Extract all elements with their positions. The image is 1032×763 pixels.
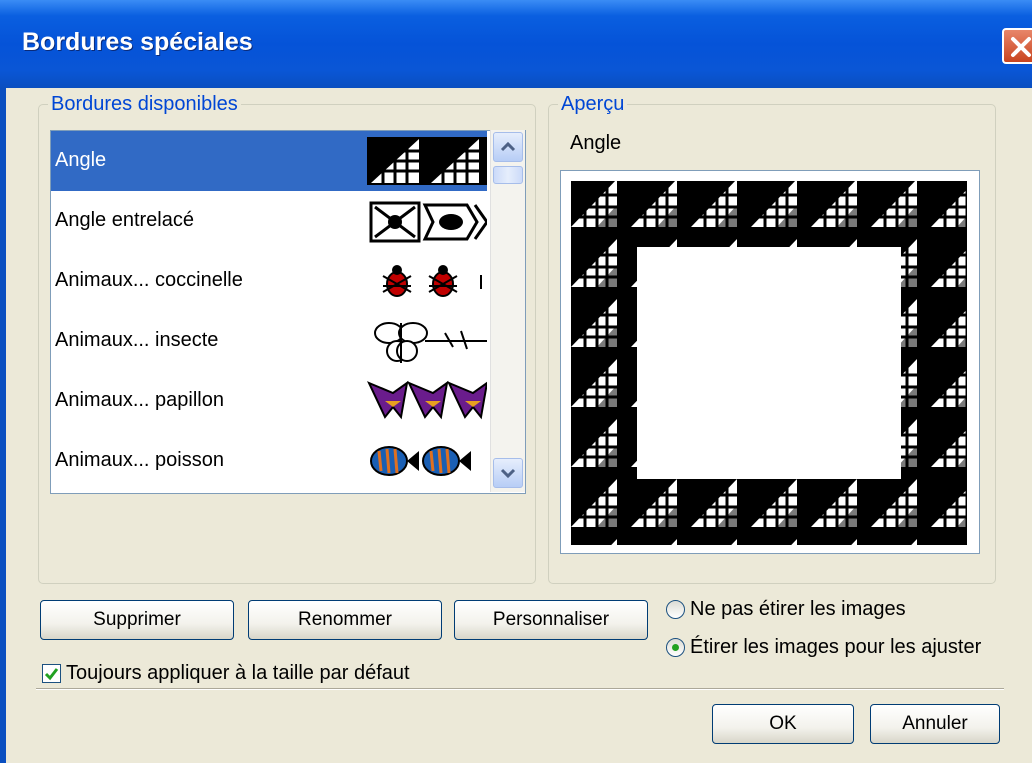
list-item[interactable]: Animaux... coccinelle bbox=[51, 251, 487, 311]
list-item-label: Angle entrelacé bbox=[55, 209, 194, 231]
border-thumbnail-coccinelle bbox=[367, 257, 487, 305]
list-item[interactable]: Angle entrelacé bbox=[51, 191, 487, 251]
preview-label: Aperçu bbox=[558, 93, 628, 116]
dialog-window: Bordures spéciales Bordures disponibles … bbox=[0, 0, 1032, 763]
cancel-button[interactable]: Annuler bbox=[870, 704, 1000, 744]
separator bbox=[36, 688, 1004, 690]
chevron-down-icon bbox=[500, 468, 516, 479]
available-borders-label: Bordures disponibles bbox=[48, 93, 241, 116]
borders-list[interactable]: Angle Angle entrelacé Animaux... coccine… bbox=[50, 130, 526, 494]
list-item[interactable]: Animaux... papillon bbox=[51, 371, 487, 431]
scroll-thumb[interactable] bbox=[493, 166, 523, 184]
close-icon bbox=[1011, 37, 1031, 57]
list-item-label: Animaux... papillon bbox=[55, 389, 224, 411]
scroll-up-button[interactable] bbox=[493, 132, 523, 162]
dialog-title: Bordures spéciales bbox=[22, 28, 253, 56]
title-bar[interactable]: Bordures spéciales bbox=[0, 0, 1032, 88]
border-thumbnail-angle-entrelace bbox=[367, 197, 487, 245]
chevron-up-icon bbox=[500, 141, 516, 152]
default-size-checkbox[interactable] bbox=[42, 664, 61, 683]
border-thumbnail-insecte bbox=[367, 317, 487, 365]
rename-button[interactable]: Renommer bbox=[248, 600, 442, 640]
list-item[interactable]: Animaux... insecte bbox=[51, 311, 487, 371]
list-item[interactable]: Animaux... poisson bbox=[51, 431, 487, 491]
border-thumbnail-papillon bbox=[367, 377, 487, 425]
no-stretch-radio[interactable] bbox=[666, 600, 685, 619]
list-item-label: Animaux... insecte bbox=[55, 329, 219, 351]
scroll-down-button[interactable] bbox=[493, 458, 523, 488]
ok-button[interactable]: OK bbox=[712, 704, 854, 744]
no-stretch-label[interactable]: Ne pas étirer les images bbox=[690, 598, 906, 621]
default-size-label[interactable]: Toujours appliquer à la taille par défau… bbox=[66, 662, 410, 685]
list-item-label: Animaux... coccinelle bbox=[55, 269, 243, 291]
border-preview-image bbox=[571, 181, 967, 545]
radio-selected-dot bbox=[672, 644, 679, 651]
stretch-radio[interactable] bbox=[666, 638, 685, 657]
close-button[interactable] bbox=[1002, 28, 1032, 64]
list-scrollbar[interactable] bbox=[490, 130, 525, 492]
preview-border-name: Angle bbox=[570, 132, 622, 154]
list-item[interactable]: Angle bbox=[51, 131, 487, 191]
border-preview bbox=[560, 170, 980, 554]
customize-button[interactable]: Personnaliser bbox=[454, 600, 648, 640]
border-thumbnail-poisson bbox=[367, 437, 487, 485]
delete-button[interactable]: Supprimer bbox=[40, 600, 234, 640]
list-item-label: Angle bbox=[55, 149, 107, 171]
checkmark-icon bbox=[44, 668, 59, 681]
list-item-label: Animaux... poisson bbox=[55, 449, 224, 471]
border-thumbnail-angle bbox=[367, 137, 487, 185]
stretch-label[interactable]: Étirer les images pour les ajuster bbox=[690, 636, 981, 659]
